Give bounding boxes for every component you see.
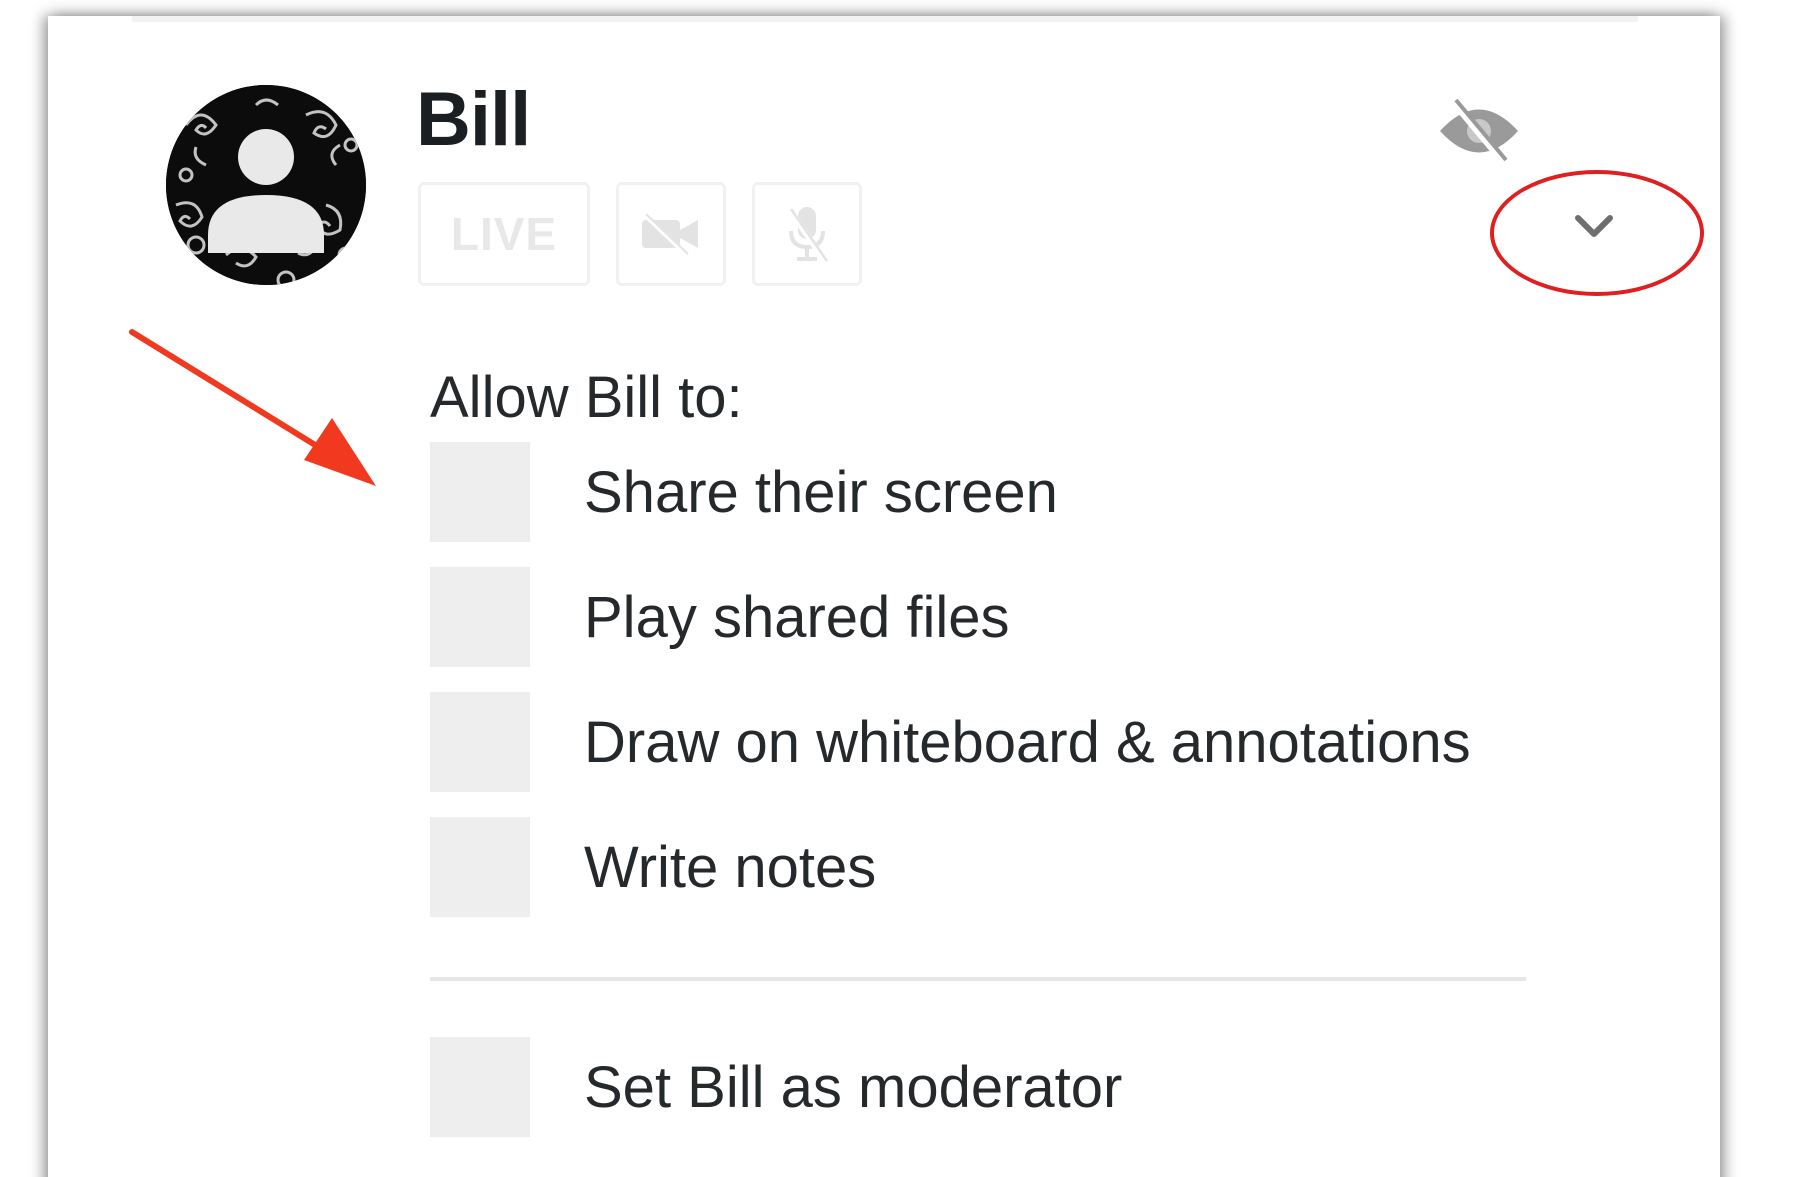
- moderator-checkbox[interactable]: [430, 1037, 530, 1137]
- notes-checkbox[interactable]: [430, 817, 530, 917]
- visibility-toggle[interactable]: [1436, 96, 1522, 171]
- camera-status-badge: [616, 182, 726, 286]
- card-top-divider: [132, 16, 1638, 22]
- mic-off-icon: [786, 207, 829, 263]
- participant-options-dropdown[interactable]: [1490, 170, 1704, 296]
- permissions-heading: Allow Bill to:: [430, 365, 743, 430]
- camera-off-icon: [642, 212, 698, 256]
- permission-label: Set Bill as moderator: [584, 1054, 1123, 1120]
- permission-label: Draw on whiteboard & annotations: [584, 709, 1471, 775]
- screenshot-stage: Bill LIVE Allow Bill to: Share their scr…: [0, 0, 1813, 1177]
- permission-whiteboard[interactable]: Draw on whiteboard & annotations: [430, 692, 1630, 792]
- play-files-checkbox[interactable]: [430, 567, 530, 667]
- whiteboard-checkbox[interactable]: [430, 692, 530, 792]
- eye-off-icon: [1440, 98, 1518, 165]
- live-label: LIVE: [450, 208, 558, 260]
- participant-name: Bill: [416, 77, 531, 162]
- arrow-annotation-icon: [129, 329, 376, 486]
- chevron-down-icon: [1575, 215, 1613, 237]
- avatar: [166, 85, 366, 285]
- mic-status-badge: [752, 182, 862, 286]
- permission-label: Write notes: [584, 834, 877, 900]
- permission-label: Share their screen: [584, 459, 1058, 525]
- share-screen-checkbox[interactable]: [430, 442, 530, 542]
- permissions-divider: [430, 977, 1526, 981]
- live-status-badge: LIVE: [418, 182, 590, 286]
- permission-moderator[interactable]: Set Bill as moderator: [430, 1037, 1630, 1137]
- user-avatar-icon: [166, 85, 366, 285]
- permission-share-screen[interactable]: Share their screen: [430, 442, 1630, 542]
- permission-play-files[interactable]: Play shared files: [430, 567, 1630, 667]
- permission-notes[interactable]: Write notes: [430, 817, 1630, 917]
- permission-label: Play shared files: [584, 584, 1010, 650]
